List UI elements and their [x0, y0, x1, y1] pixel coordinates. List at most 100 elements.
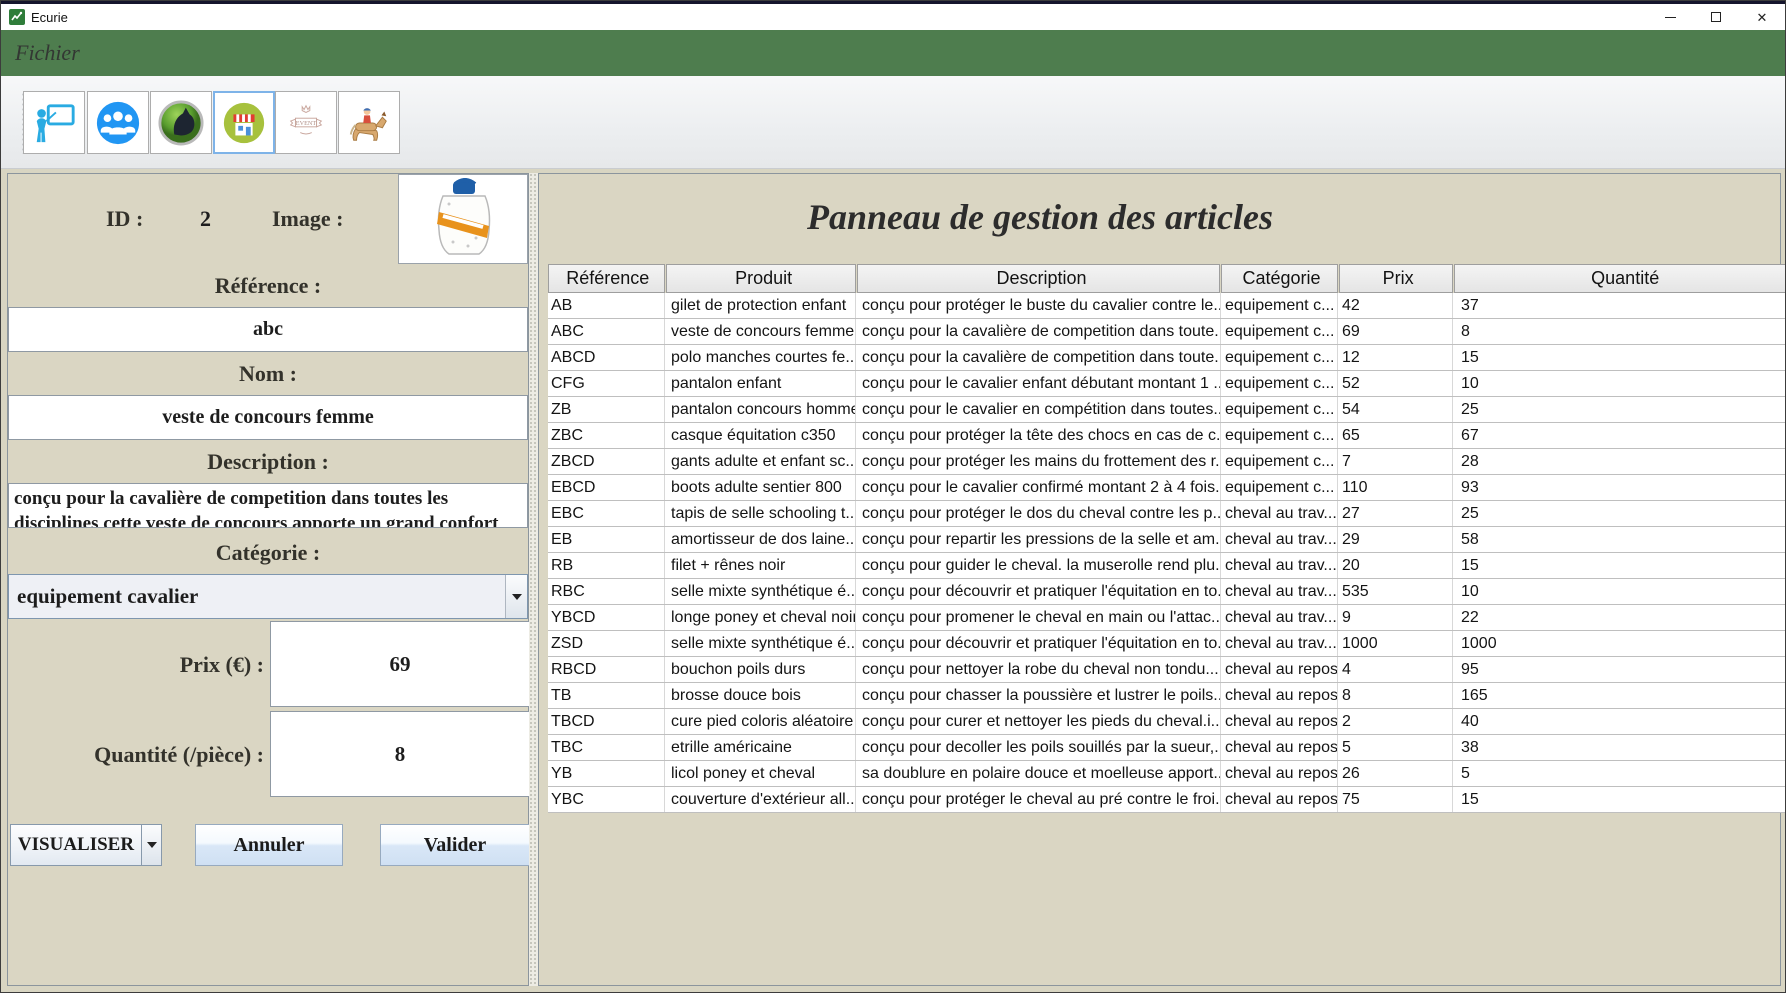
table-row[interactable]: TBCDcure pied coloris aléatoireconçu pou… — [548, 709, 1786, 735]
table-cell: cheval au repos — [1221, 683, 1338, 708]
table-cell: RBCD — [548, 657, 665, 682]
table-cell: conçu pour le cavalier enfant débutant m… — [856, 371, 1221, 396]
table-cell: 28 — [1453, 449, 1786, 474]
table-cell: ZBCD — [548, 449, 665, 474]
table-cell: conçu pour protéger le buste du cavalier… — [856, 293, 1221, 318]
toolbar-button-instructors[interactable] — [23, 91, 85, 154]
table-row[interactable]: ZSDselle mixte synthétique é...conçu pou… — [548, 631, 1786, 657]
table-row[interactable]: EBCDboots adulte sentier 800conçu pour l… — [548, 475, 1786, 501]
table-row[interactable]: ABCveste de concours femmeconçu pour la … — [548, 319, 1786, 345]
table-row[interactable]: ABgilet de protection enfantconçu pour p… — [548, 293, 1786, 319]
table-cell: TBCD — [548, 709, 665, 734]
toolbar-button-shop[interactable] — [213, 91, 275, 154]
app-window: Ecurie ✕ Fichier — [0, 0, 1786, 993]
table-cell: conçu pour la cavalière de competition d… — [856, 319, 1221, 344]
column-header-2[interactable]: Description — [857, 264, 1221, 293]
table-cell: equipement c... — [1221, 397, 1338, 422]
table-row[interactable]: ABCDpolo manches courtes fe...conçu pour… — [548, 345, 1786, 371]
table-cell: conçu pour promener le cheval en main ou… — [856, 605, 1221, 630]
table-cell: conçu pour le cavalier en compétition da… — [856, 397, 1221, 422]
table-row[interactable]: EBamortisseur de dos laine...conçu pour … — [548, 527, 1786, 553]
table-cell: AB — [548, 293, 665, 318]
id-value: 2 — [200, 206, 211, 232]
table-row[interactable]: CFGpantalon enfantconçu pour le cavalier… — [548, 371, 1786, 397]
table-cell: 20 — [1338, 553, 1453, 578]
price-input[interactable]: 69 — [270, 621, 530, 707]
split-pane-divider[interactable] — [529, 173, 538, 986]
table-cell: 2 — [1338, 709, 1453, 734]
table-cell: YBC — [548, 787, 665, 812]
table-cell: conçu pour protéger les mains du frottem… — [856, 449, 1221, 474]
svg-text:EVENT: EVENT — [296, 119, 317, 126]
table-row[interactable]: YBCDlonge poney et cheval noirconçu pour… — [548, 605, 1786, 631]
column-header-0[interactable]: Référence — [548, 264, 665, 293]
table-cell: EBCD — [548, 475, 665, 500]
column-header-3[interactable]: Catégorie — [1221, 264, 1338, 293]
table-cell: TBC — [548, 735, 665, 760]
column-header-1[interactable]: Produit — [666, 264, 856, 293]
category-label: Catégorie : — [8, 531, 528, 574]
quantity-input[interactable]: 8 — [270, 711, 530, 797]
table-cell: YBCD — [548, 605, 665, 630]
table-cell: 52 — [1338, 371, 1453, 396]
table-row[interactable]: TBCetrille américaineconçu pour decoller… — [548, 735, 1786, 761]
table-row[interactable]: ZBpantalon concours hommeconçu pour le c… — [548, 397, 1786, 423]
table-cell: selle mixte synthétique é... — [665, 579, 856, 604]
reference-label: Référence : — [8, 264, 528, 307]
toolbar-button-clients[interactable] — [87, 91, 149, 154]
table-cell: conçu pour chasser la poussière et lustr… — [856, 683, 1221, 708]
table-cell: gants adulte et enfant sc... — [665, 449, 856, 474]
chevron-down-icon[interactable] — [505, 575, 527, 618]
column-header-4[interactable]: Prix — [1339, 264, 1454, 293]
name-input[interactable]: veste de concours femme — [8, 395, 528, 440]
table-row[interactable]: RBCDbouchon poils dursconçu pour nettoye… — [548, 657, 1786, 683]
table-cell: 110 — [1338, 475, 1453, 500]
menu-fichier[interactable]: Fichier — [1, 40, 94, 66]
table-row[interactable]: YBlicol poney et chevalsa doublure en po… — [548, 761, 1786, 787]
table-row[interactable]: ZBCcasque équitation c350conçu pour prot… — [548, 423, 1786, 449]
description-input[interactable]: conçu pour la cavalière de competition d… — [8, 483, 528, 528]
table-cell: tapis de selle schooling t... — [665, 501, 856, 526]
table-header: RéférenceProduitDescriptionCatégoriePrix… — [548, 264, 1786, 293]
close-icon[interactable]: ✕ — [1739, 4, 1785, 30]
validate-button[interactable]: Valider — [380, 824, 530, 866]
column-header-5[interactable]: Quantité — [1454, 264, 1786, 293]
table-body: ABgilet de protection enfantconçu pour p… — [548, 293, 1786, 813]
minimize-icon[interactable] — [1647, 4, 1693, 30]
table-row[interactable]: EBCtapis de selle schooling t...conçu po… — [548, 501, 1786, 527]
reference-input[interactable]: abc — [8, 307, 528, 352]
visualize-button[interactable]: VISUALISER — [10, 824, 162, 866]
table-cell: cheval au trav... — [1221, 579, 1338, 604]
table-cell: TB — [548, 683, 665, 708]
visualize-dropdown-icon[interactable] — [141, 825, 161, 865]
table-cell: conçu pour protéger le cheval au pré con… — [856, 787, 1221, 812]
articles-panel: Panneau de gestion des articles Référenc… — [538, 173, 1781, 986]
toolbar-button-riding[interactable] — [338, 91, 400, 154]
table-cell: cheval au repos — [1221, 735, 1338, 760]
table-row[interactable]: YBCcouverture d'extérieur all...conçu po… — [548, 787, 1786, 813]
table-cell: cheval au trav... — [1221, 501, 1338, 526]
cancel-button[interactable]: Annuler — [195, 824, 343, 866]
table-row[interactable]: TBbrosse douce boisconçu pour chasser la… — [548, 683, 1786, 709]
table-cell: 7 — [1338, 449, 1453, 474]
category-select[interactable]: equipement cavalier — [8, 574, 528, 619]
table-cell: 9 — [1338, 605, 1453, 630]
table-cell: amortisseur de dos laine... — [665, 527, 856, 552]
table-cell: EB — [548, 527, 665, 552]
table-cell: 10 — [1453, 579, 1786, 604]
product-image[interactable] — [398, 174, 528, 264]
toolbar-button-events[interactable]: EVENT — [275, 91, 337, 154]
table-cell: 8 — [1338, 683, 1453, 708]
table-cell: conçu pour guider le cheval. la museroll… — [856, 553, 1221, 578]
maximize-icon[interactable] — [1693, 4, 1739, 30]
table-cell: EBC — [548, 501, 665, 526]
table-cell: conçu pour decoller les poils souillés p… — [856, 735, 1221, 760]
table-cell: 15 — [1453, 345, 1786, 370]
table-row[interactable]: ZBCDgants adulte et enfant sc...conçu po… — [548, 449, 1786, 475]
table-cell: 15 — [1453, 787, 1786, 812]
table-row[interactable]: RBfilet + rênes noirconçu pour guider le… — [548, 553, 1786, 579]
product-jar-image — [413, 178, 513, 260]
toolbar-button-horses[interactable] — [150, 91, 212, 154]
table-row[interactable]: RBCselle mixte synthétique é...conçu pou… — [548, 579, 1786, 605]
table-cell: ZB — [548, 397, 665, 422]
